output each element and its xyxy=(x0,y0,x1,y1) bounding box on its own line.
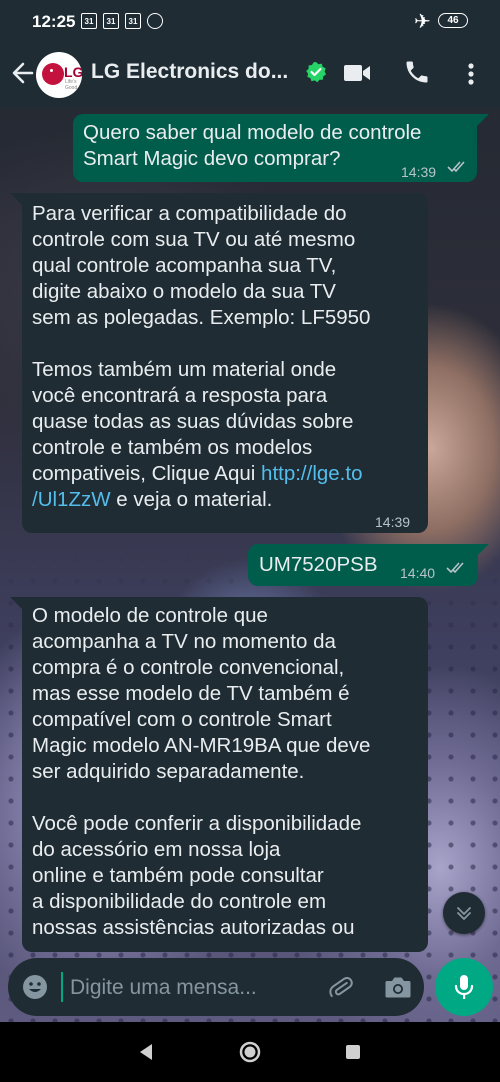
back-arrow-icon[interactable] xyxy=(10,58,36,88)
calendar-icon: 31 xyxy=(103,13,119,29)
scroll-to-bottom-button[interactable] xyxy=(443,892,485,934)
battery-icon: 46 xyxy=(438,13,468,28)
status-time: 12:25 xyxy=(32,12,76,31)
voice-message-button[interactable] xyxy=(435,958,493,1016)
message-outgoing[interactable]: UM7520PSB 14:40 xyxy=(248,544,478,586)
read-checks-icon xyxy=(447,161,465,173)
camera-icon[interactable] xyxy=(384,974,412,1000)
mic-icon xyxy=(454,975,474,999)
message-time: 14:40 xyxy=(400,565,436,581)
message-input[interactable] xyxy=(68,971,312,1005)
text-cursor xyxy=(61,972,63,1002)
message-text: Para verificar a compatibilidade do cont… xyxy=(32,202,371,485)
avatar-subtext: Life's Good xyxy=(65,79,78,91)
phone-icon[interactable] xyxy=(403,58,431,86)
message-incoming[interactable]: Para verificar a compatibilidade do cont… xyxy=(22,193,428,533)
scroll-down-icon xyxy=(457,907,471,920)
message-incoming[interactable]: O modelo de controle que acompanha a TV … xyxy=(22,597,428,952)
nav-recents-icon[interactable] xyxy=(346,1045,360,1059)
bubble-tail xyxy=(10,193,22,205)
read-checks-icon xyxy=(446,562,464,574)
message-outgoing[interactable]: Quero saber qual modelo de controle Smar… xyxy=(73,114,477,182)
message-text-after-link: e veja o material. xyxy=(110,488,273,511)
message-text: UM7520PSB xyxy=(259,553,378,576)
status-bar: 12:25 31 31 31 ✈ 46 xyxy=(0,0,500,42)
more-options-icon[interactable] xyxy=(462,60,480,88)
calendar-icon: 31 xyxy=(125,13,141,29)
chat-header: LG Life's Good LG Electronics do... xyxy=(0,42,500,108)
notification-icons: 31 31 31 xyxy=(81,13,163,29)
attach-icon[interactable] xyxy=(328,974,354,1000)
nav-home-icon[interactable] xyxy=(238,1040,262,1064)
system-navigation-bar xyxy=(0,1022,500,1082)
message-composer xyxy=(8,958,424,1016)
bubble-tail xyxy=(10,597,22,609)
calendar-icon: 31 xyxy=(81,13,97,29)
chat-title[interactable]: LG Electronics do... xyxy=(91,60,288,84)
avatar-text: LG xyxy=(64,64,82,80)
contact-avatar[interactable]: LG Life's Good xyxy=(36,52,82,98)
verified-badge-icon xyxy=(306,62,326,83)
message-time: 14:39 xyxy=(401,164,437,180)
bubble-tail xyxy=(477,544,489,556)
airplane-mode-icon: ✈ xyxy=(414,11,431,33)
video-call-icon[interactable] xyxy=(343,63,371,83)
message-text: O modelo de controle que acompanha a TV … xyxy=(32,604,371,939)
emoji-icon[interactable] xyxy=(22,974,48,1000)
lg-logo-icon xyxy=(42,63,64,85)
whatsapp-notification-icon xyxy=(147,13,163,29)
message-time: 14:39 xyxy=(375,514,411,530)
nav-back-icon[interactable] xyxy=(137,1042,155,1062)
bubble-tail xyxy=(477,114,489,126)
